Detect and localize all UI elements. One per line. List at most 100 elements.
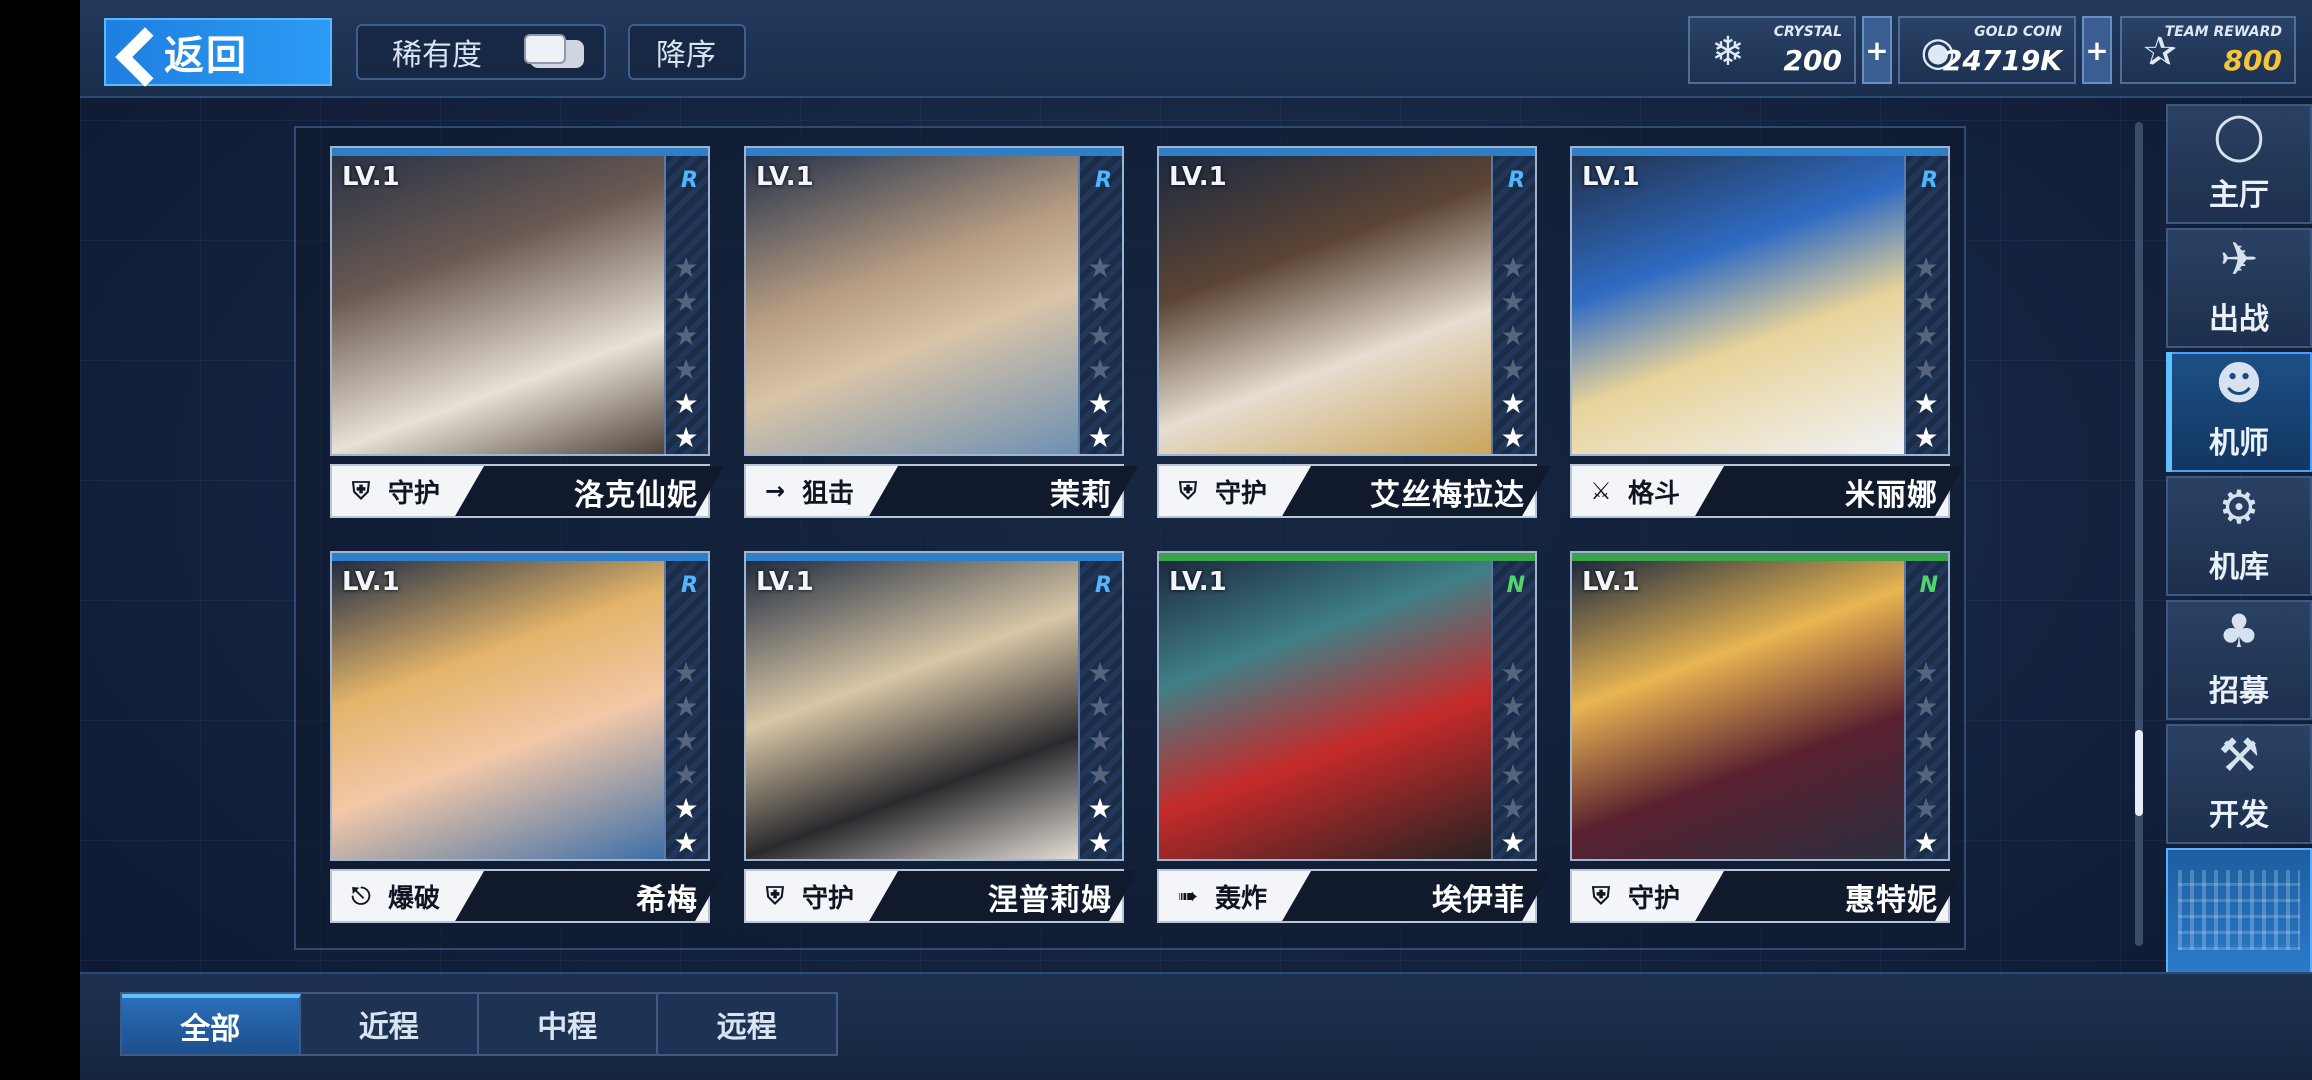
pilot-card[interactable]: N ★ ★ ★ ★ ★ ★ LV.1 ➠ 轰炸 埃伊菲 (1157, 551, 1551, 927)
pilot-class: ⛨ 守护 (1159, 466, 1335, 516)
scrollbar-thumb[interactable] (2135, 730, 2143, 816)
pilot-class-label: 守护 (1628, 883, 1681, 914)
star-empty-icon: ★ (673, 758, 699, 791)
pilot-class-label: 狙击 (802, 478, 855, 509)
pilot-class-label: 爆破 (388, 883, 441, 914)
back-chevron-icon (106, 18, 150, 86)
star-empty-icon: ★ (1087, 656, 1113, 689)
pilot-card-frame: N ★ ★ ★ ★ ★ ★ LV.1 (1570, 551, 1950, 861)
gold-coin-counter: ◉ GOLD COIN 24719K (1898, 16, 2076, 84)
nav-item-2[interactable]: ✈ 出战 (2166, 228, 2312, 348)
rarity-badge: R (1095, 168, 1112, 193)
pilot-portrait (746, 156, 1082, 454)
rarity-sort-button[interactable]: 稀有度 (356, 24, 606, 80)
pilot-class: ➠ 轰炸 (1159, 871, 1335, 921)
pilot-class-label: 格斗 (1628, 478, 1681, 509)
pilot-card-footer: ⛨ 守护 洛克仙妮 (330, 464, 724, 518)
star-empty-icon: ★ (1913, 690, 1939, 723)
launcher-icon: ⎋ (351, 882, 371, 910)
star-empty-icon: ★ (673, 690, 699, 723)
pilot-name: 惠特妮 (1845, 883, 1938, 918)
filter-tab[interactable]: 全部 (122, 994, 301, 1054)
pilot-card[interactable]: R ★ ★ ★ ★ ★ ★ LV.1 ⛨ 守护 涅普莉姆 (744, 551, 1138, 927)
pilot-portrait (1159, 561, 1495, 859)
pilot-card[interactable]: N ★ ★ ★ ★ ★ ★ LV.1 ⛨ 守护 惠特妮 (1570, 551, 1964, 927)
star-empty-icon: ★ (1087, 724, 1113, 757)
nav-item-6[interactable]: ⚒ 开发 (2166, 724, 2312, 844)
nav-item-4[interactable]: ⚙ 机库 (2166, 476, 2312, 596)
filter-tab[interactable]: 远程 (658, 994, 836, 1054)
star-empty-icon: ★ (1913, 251, 1939, 284)
star-filled-icon: ★ (673, 421, 699, 454)
pilot-card-footer: ⛨ 守护 艾丝梅拉达 (1157, 464, 1551, 518)
pilot-card[interactable]: R ★ ★ ★ ★ ★ ★ LV.1 ⚔ 格斗 米丽娜 (1570, 146, 1964, 522)
add-crystal-button[interactable]: + (1862, 16, 1892, 84)
star-rating: ★ ★ ★ ★ ★ ★ (1910, 252, 1942, 454)
star-sidebar: N ★ ★ ★ ★ ★ ★ (1491, 561, 1535, 859)
star-empty-icon: ★ (1500, 656, 1526, 689)
star-filled-icon: ★ (1500, 387, 1526, 420)
star-empty-icon: ★ (1087, 758, 1113, 791)
star-empty-icon: ★ (1913, 758, 1939, 791)
pilot-card[interactable]: R ★ ★ ★ ★ ★ ★ LV.1 → 狙击 茉莉 (744, 146, 1138, 522)
star-sidebar: R ★ ★ ★ ★ ★ ★ (664, 561, 708, 859)
star-empty-icon: ★ (1500, 724, 1526, 757)
star-empty-icon: ★ (1087, 319, 1113, 352)
range-filter-tabs: 全部 近程 中程 远程 (120, 992, 838, 1056)
add-gold-button[interactable]: + (2082, 16, 2112, 84)
pilot-name: 洛克仙妮 (574, 478, 698, 513)
develop-tools-icon: ⚒ (2218, 728, 2260, 782)
pilot-level: LV.1 (342, 162, 400, 192)
crystal-icon: ❄ (1711, 29, 1745, 75)
crystal-value: 200 (1783, 44, 1842, 77)
rarity-stripe (1159, 553, 1535, 561)
pilot-card-frame: N ★ ★ ★ ★ ★ ★ LV.1 (1157, 551, 1537, 861)
hall-icon: ◯ (2213, 108, 2265, 162)
pilot-class-label: 守护 (802, 883, 855, 914)
star-empty-icon: ★ (1500, 792, 1526, 825)
pilot-level: LV.1 (1169, 162, 1227, 192)
team-reward-label: TEAM REWARD (2164, 24, 2282, 40)
pilot-class: ⛨ 守护 (1572, 871, 1748, 921)
star-rating: ★ ★ ★ ★ ★ ★ (1084, 657, 1116, 859)
pilot-level: LV.1 (342, 567, 400, 597)
star-empty-icon: ★ (1500, 285, 1526, 318)
filter-tab[interactable]: 中程 (479, 994, 658, 1054)
shield-icon: ⛨ (352, 477, 370, 505)
star-empty-icon: ★ (1087, 251, 1113, 284)
back-button[interactable]: 返回 (104, 18, 332, 86)
nav-item-label: 机库 (2209, 550, 2269, 585)
nav-item-label: 开发 (2209, 798, 2269, 833)
pilot-card[interactable]: R ★ ★ ★ ★ ★ ★ LV.1 ⛨ 守护 洛克仙妮 (330, 146, 724, 522)
pilot-card[interactable]: R ★ ★ ★ ★ ★ ★ LV.1 ⎋ 爆破 希梅 (330, 551, 724, 927)
rarity-badge: R (681, 573, 698, 598)
pilot-card[interactable]: R ★ ★ ★ ★ ★ ★ LV.1 ⛨ 守护 艾丝梅拉达 (1157, 146, 1551, 522)
minimap-button[interactable] (2166, 848, 2312, 974)
pilot-level: LV.1 (756, 162, 814, 192)
star-rating: ★ ★ ★ ★ ★ ★ (670, 252, 702, 454)
sort-order-button[interactable]: 降序 (628, 24, 746, 80)
scrollbar-track[interactable] (2135, 122, 2143, 946)
nav-item-3[interactable]: ☻ 机师 (2166, 352, 2312, 472)
nav-item-5[interactable]: ♣ 招募 (2166, 600, 2312, 720)
filter-tab[interactable]: 近程 (301, 994, 479, 1054)
pilot-card-footer: ⛨ 守护 涅普莉姆 (744, 869, 1138, 923)
pilot-portrait (1159, 156, 1495, 454)
rarity-badge: N (1506, 573, 1525, 598)
star-empty-icon: ★ (1087, 285, 1113, 318)
star-filled-icon: ★ (1087, 792, 1113, 825)
pilot-class: ⎋ 爆破 (332, 871, 508, 921)
rarity-sort-label: 稀有度 (392, 38, 482, 73)
pilot-card-footer: ⚔ 格斗 米丽娜 (1570, 464, 1964, 518)
star-empty-icon: ★ (1913, 724, 1939, 757)
star-filled-icon: ★ (1087, 826, 1113, 859)
star-sidebar: R ★ ★ ★ ★ ★ ★ (664, 156, 708, 454)
star-filled-icon: ★ (673, 387, 699, 420)
star-empty-icon: ★ (1913, 353, 1939, 386)
back-label: 返回 (164, 33, 248, 79)
pilot-card-frame: R ★ ★ ★ ★ ★ ★ LV.1 (1157, 146, 1537, 456)
nav-item-1[interactable]: ◯ 主厅 (2166, 104, 2312, 224)
nav-item-label: 机师 (2209, 426, 2269, 461)
sort-order-label: 降序 (656, 38, 716, 73)
rarity-stripe (746, 553, 1122, 561)
